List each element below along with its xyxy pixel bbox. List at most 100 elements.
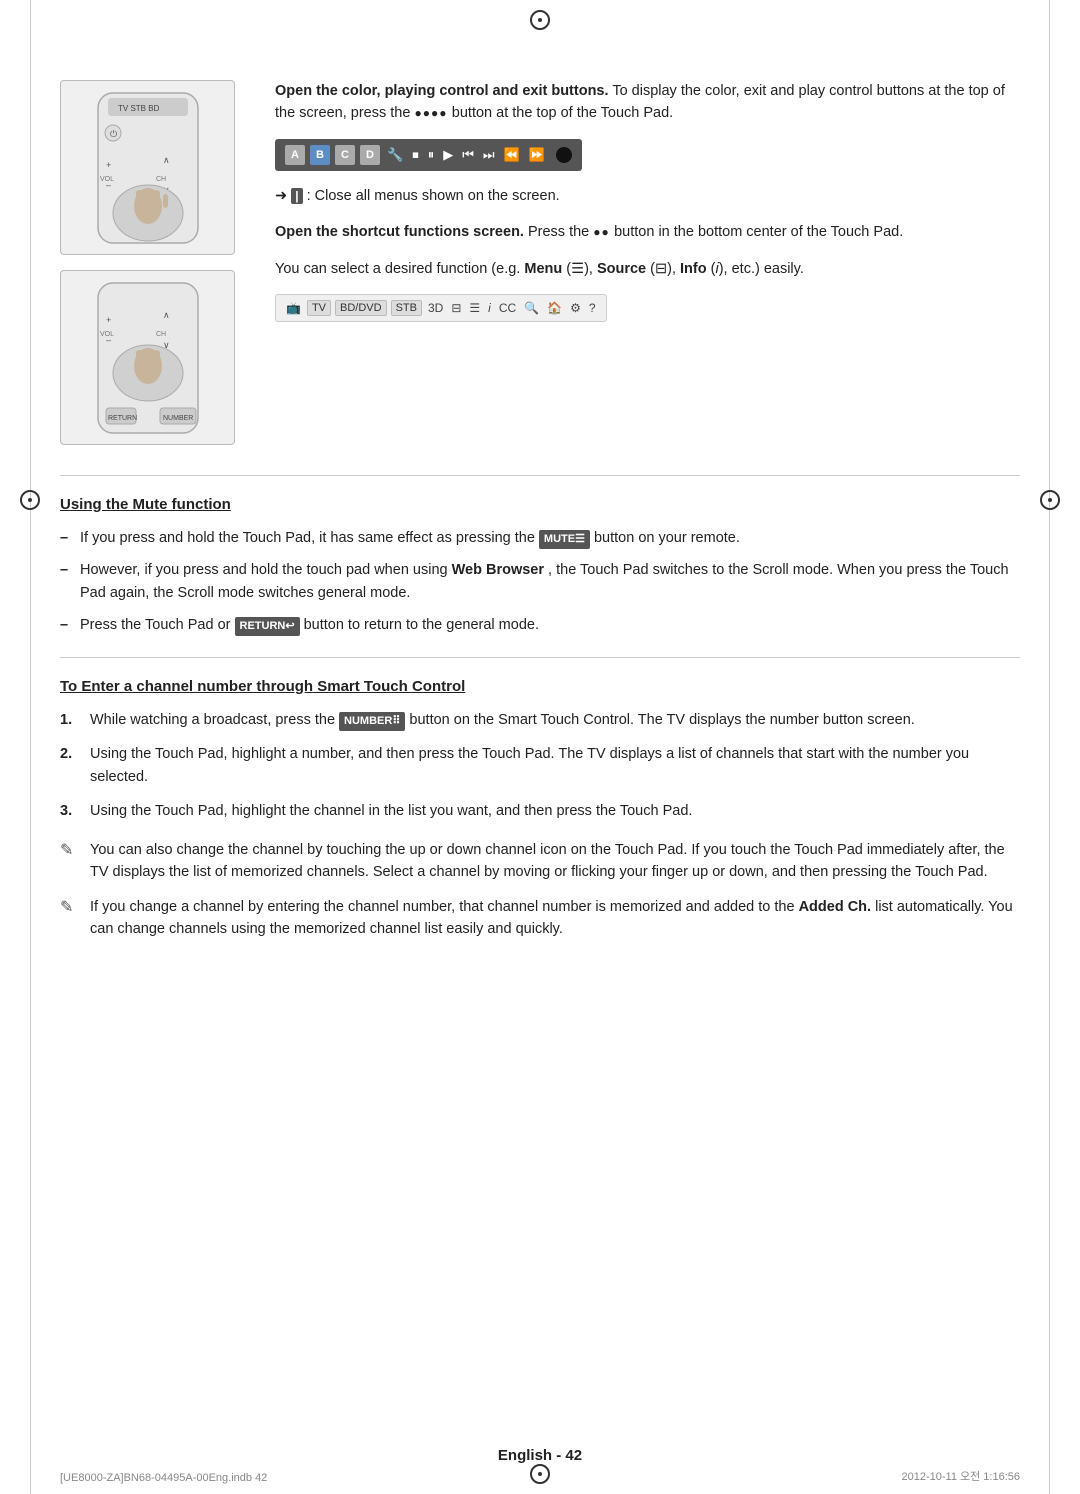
channel-heading: To Enter a channel number through Smart … (60, 678, 1020, 695)
mute-bullet-3-text2: button to return to the general mode. (304, 617, 539, 633)
color-buttons-para: Open the color, playing control and exit… (275, 80, 1020, 125)
btn-a: A (285, 145, 305, 165)
svg-text:⏻: ⏻ (110, 129, 117, 139)
remote-image-bottom: + – ∧ ∨ VOL CH (60, 270, 235, 445)
btn-c: C (335, 145, 355, 165)
mute-heading: Using the Mute function (60, 496, 1020, 513)
dots-icon: ●●●● (414, 106, 451, 120)
menu-label: Menu (524, 261, 566, 277)
channel-note-2: If you change a channel by entering the … (60, 896, 1020, 941)
svg-text:TV STB BD: TV STB BD (118, 104, 160, 113)
svg-text:RETURN: RETURN (108, 415, 137, 422)
footer-file: [UE8000-ZA]BN68-04495A-00Eng.indb 42 (60, 1472, 267, 1484)
shortcut-icon-source: ⊟ (449, 301, 463, 315)
btn-next: ⏭ (481, 147, 497, 163)
shortcut-stb: STB (391, 300, 422, 316)
divider-2 (60, 657, 1020, 658)
web-browser-label: Web Browser (452, 562, 544, 578)
top-binding-marker (530, 10, 550, 30)
channel-note-1: You can also change the channel by touch… (60, 839, 1020, 884)
shortcut-icon-cc: CC (497, 301, 518, 315)
shortcut-icon-search: 🔍 (522, 301, 541, 315)
shortcut-icon-i: i (486, 301, 493, 315)
menu-icon-badge: | (291, 188, 302, 204)
mute-bullet-3: Press the Touch Pad or RETURN↩ button to… (60, 614, 1020, 636)
shortcut-tv: TV (307, 300, 331, 316)
shortcut-icon-help: ? (587, 301, 598, 315)
svg-text:+: + (106, 315, 111, 325)
shortcut-text2: button in the bottom center of the Touch… (614, 224, 903, 240)
mute-bullet-2: However, if you press and hold the touch… (60, 559, 1020, 604)
shortcut-heading: Open the shortcut functions screen. (275, 224, 524, 240)
channel-note-2-text1: If you change a channel by entering the … (90, 899, 795, 915)
right-binding-marker (1040, 490, 1060, 510)
footer-date: 2012-10-11 오전 1:16:56 (901, 1468, 1020, 1484)
shortcut-icon-settings: ⚙ (568, 301, 583, 315)
mute-badge: MUTE☰ (539, 530, 590, 549)
mute-section: Using the Mute function If you press and… (60, 496, 1020, 637)
channel-step-1: 1. While watching a broadcast, press the… (60, 709, 1020, 731)
channel-step-2: 2. Using the Touch Pad, highlight a numb… (60, 743, 1020, 788)
btn-black-dot (556, 147, 572, 163)
close-menu-label: : Close all menus shown on the screen. (307, 188, 560, 204)
shortcut-functions-text: You can select a desired function (e.g. … (275, 258, 1020, 280)
close-menu-text: ➜ | : Close all menus shown on the scree… (275, 185, 1020, 207)
footer-page-label: English - 42 (498, 1447, 582, 1464)
menu-icon-text: (☰), (566, 261, 597, 277)
shortcut-icon-3d: 3D (426, 301, 445, 315)
left-binding-marker (20, 490, 40, 510)
text-column: Open the color, playing control and exit… (275, 80, 1020, 445)
left-border-line (30, 0, 31, 1494)
mute-bullet-1-text2: button on your remote. (594, 530, 740, 546)
arrow-icon: ➜ (275, 188, 287, 204)
top-section: TV STB BD ⏻ + – ∧ ∨ VOL CH (60, 80, 1020, 445)
svg-text:CH: CH (156, 331, 166, 338)
btn-d: D (360, 145, 380, 165)
svg-text:+: + (106, 160, 111, 170)
right-border-line (1049, 0, 1050, 1494)
shortcut-text3: You can select a desired function (e.g. (275, 261, 520, 277)
color-buttons-text2: button at the top of the Touch Pad. (452, 105, 673, 121)
btn-stop: ⏹ (410, 147, 421, 163)
step-2-num: 2. (60, 743, 72, 765)
mute-bullet-1-text1: If you press and hold the Touch Pad, it … (80, 530, 535, 546)
color-buttons-heading: Open the color, playing control and exit… (275, 83, 609, 99)
btn-play: ▶ (441, 147, 455, 163)
btn-pause: ⏸ (426, 147, 437, 163)
divider-1 (60, 475, 1020, 476)
main-content: TV STB BD ⏻ + – ∧ ∨ VOL CH (60, 40, 1020, 941)
mute-bullet-list: If you press and hold the Touch Pad, it … (60, 527, 1020, 637)
shortcut-dots: ●● (593, 225, 614, 239)
btn-fwd: ⏩ (527, 147, 547, 163)
shortcut-para: Open the shortcut functions screen. Pres… (275, 221, 1020, 243)
channel-note-1-text: You can also change the channel by touch… (90, 842, 1005, 880)
step-1-num: 1. (60, 709, 72, 731)
step-3-text: Using the Touch Pad, highlight the chann… (90, 803, 692, 819)
btn-tool: 🔧 (385, 147, 405, 163)
button-bar: A B C D 🔧 ⏹ ⏸ ▶ ⏮ ⏭ ⏪ ⏩ (275, 139, 582, 171)
btn-rew: ⏪ (502, 147, 522, 163)
svg-text:∧: ∧ (163, 155, 170, 165)
shortcut-bar: 📺 TV BD/DVD STB 3D ⊟ ☰ i CC 🔍 🏠 ⚙ ? (275, 294, 607, 322)
shortcut-icon-1: 📺 (284, 301, 303, 315)
step-3-num: 3. (60, 800, 72, 822)
info-label: Info (680, 261, 711, 277)
svg-text:VOL: VOL (100, 331, 114, 338)
svg-text:∧: ∧ (163, 310, 170, 320)
shortcut-icon-home: 🏠 (545, 301, 564, 315)
added-ch-label: Added Ch. (799, 899, 872, 915)
svg-text:CH: CH (156, 176, 166, 183)
shortcut-text1: Press the (528, 224, 589, 240)
info-icon-text: (i), etc.) easily. (711, 261, 804, 277)
step-2-text: Using the Touch Pad, highlight a number,… (90, 746, 969, 784)
step-1-text2: button on the Smart Touch Control. The T… (409, 712, 914, 728)
btn-prev: ⏮ (460, 147, 476, 163)
svg-text:NUMBER: NUMBER (163, 415, 193, 422)
source-icon-text: (⊟), (650, 261, 680, 277)
svg-text:VOL: VOL (100, 176, 114, 183)
return-badge: RETURN↩ (235, 617, 300, 636)
footer: English - 42 (0, 1447, 1080, 1464)
mute-bullet-2-text1: However, if you press and hold the touch… (80, 562, 448, 578)
bottom-binding-marker (530, 1464, 550, 1484)
shortcut-icon-menu: ☰ (467, 301, 482, 315)
